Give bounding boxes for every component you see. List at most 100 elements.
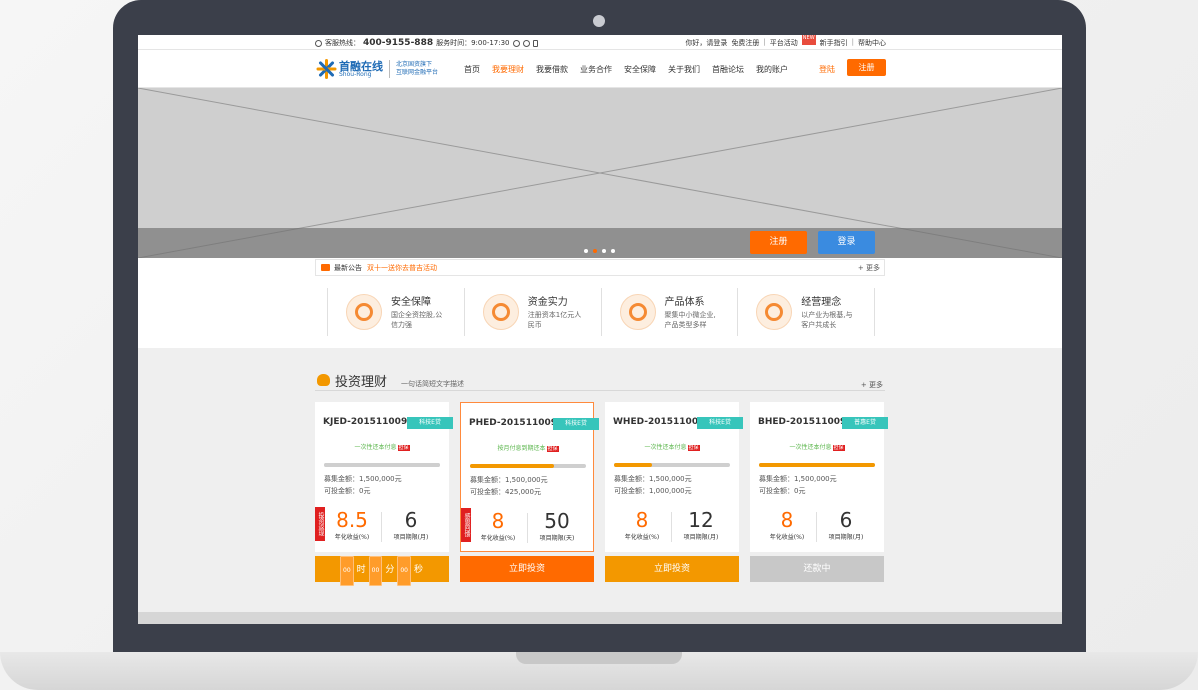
hero-banner[interactable]: 注册 登录 [138, 88, 1062, 258]
announcement-more-link[interactable]: + 更多 [858, 263, 880, 273]
feature-title: 安全保障 [391, 297, 431, 309]
annual-rate: 8 [780, 508, 794, 532]
product-code[interactable]: PHED-201511009 [469, 418, 557, 428]
login-link[interactable]: 登陆 [819, 64, 835, 75]
product-cards: KJED-201511009 科技E贷 一次性还本付息 担保 募集金额：1,500… [315, 402, 888, 586]
promo-ribbon: 投资返现 [315, 507, 325, 541]
nav-item-forum[interactable]: 首融论坛 [712, 64, 744, 75]
camera-icon [593, 15, 605, 27]
feature-desc: 国企全资控股,公信力强 [391, 311, 443, 329]
invest-subtitle: 一句话简短文字描述 [401, 380, 464, 388]
product-code[interactable]: WHED-201511009 [613, 417, 704, 427]
wechat-icon[interactable] [522, 39, 530, 47]
feature-desc: 聚集中小微企业,产品类型多样 [664, 311, 716, 329]
laptop-mockup-scene: 客服热线： 400-9155-888 服务时间：9:00-17:30 你好，请登… [0, 0, 1198, 690]
nav-item-cooperation[interactable]: 业务合作 [580, 64, 612, 75]
annual-rate-label: 年化收益(%) [624, 534, 660, 541]
annual-rate: 8 [491, 509, 505, 533]
slide-dot[interactable] [602, 249, 606, 253]
headset-icon [315, 39, 322, 47]
product-card[interactable]: WHED-201511009 科技E贷 一次性还本付息 担保 募集金额：1,500… [605, 402, 743, 582]
free-register-link[interactable]: 免费注册 [731, 38, 759, 48]
product-code[interactable]: BHED-201511009 [758, 417, 846, 427]
product-icon [619, 294, 656, 330]
slide-dot-active[interactable] [593, 249, 597, 253]
logo-name-en: Shou-Rong [339, 70, 372, 78]
invest-section-header: 投资理财 一句话简短文字描述 + 更多 [315, 371, 885, 391]
nav-item-about[interactable]: 关于我们 [668, 64, 700, 75]
feature-item: 资金实力 注册资本1亿元人民币 [463, 288, 601, 336]
divider: | [763, 38, 766, 46]
product-tag: 科技E贷 [407, 417, 453, 429]
nav-item-home[interactable]: 首页 [464, 64, 480, 75]
logo[interactable]: 首融在线 Shou-Rong 北京国资旗下 互联网金融平台 [316, 59, 438, 79]
repay-method: 一次性还本付息 担保 [789, 444, 845, 451]
philosophy-icon [756, 294, 793, 330]
countdown-button[interactable]: 00 时 00 分 00 秒 [315, 556, 449, 586]
repay-method: 一次性还本付息 担保 [354, 444, 410, 451]
logo-mark-icon [316, 59, 337, 79]
divider: | [851, 38, 854, 46]
annual-rate-label: 年化收益(%) [480, 535, 516, 542]
annual-rate: 8 [635, 508, 649, 532]
product-tag: 科技E贷 [553, 418, 599, 430]
slogan-line1: 北京国资旗下 [396, 61, 433, 69]
funding-progress-bar [324, 463, 440, 467]
invest-more-link[interactable]: + 更多 [861, 380, 883, 390]
register-button[interactable]: 注册 [847, 59, 886, 76]
funding-progress-bar [759, 463, 875, 467]
promo-ribbon: 感恩回馈 [461, 508, 471, 542]
announcement-message[interactable]: 双十一送你去普吉活动 [367, 263, 437, 273]
product-card[interactable]: BHED-201511009 普惠E贷 一次性还本付息 担保 募集金额：1,500… [750, 402, 888, 582]
raise-amount: 1,500,000元 [794, 475, 837, 483]
funding-progress-bar [470, 464, 586, 468]
repaying-status-button: 还款中 [750, 556, 884, 582]
slide-dot[interactable] [611, 249, 615, 253]
invest-now-button[interactable]: 立即投资 [460, 556, 594, 582]
banner-register-button[interactable]: 注册 [750, 231, 807, 254]
project-term: 6 [839, 508, 853, 532]
weibo-icon[interactable] [512, 39, 520, 47]
funding-progress-fill [470, 464, 554, 468]
raise-amount: 1,500,000元 [649, 475, 692, 483]
shield-icon [346, 294, 382, 330]
slide-dot[interactable] [584, 249, 588, 253]
announcement-icon [321, 264, 330, 271]
mobile-icon[interactable] [532, 39, 538, 47]
raise-amount: 1,500,000元 [359, 475, 402, 483]
feature-title: 产品体系 [664, 297, 705, 309]
new-badge: NEW [801, 35, 816, 45]
available-amount: 1,000,000元 [649, 486, 692, 495]
project-term-label: 项目期限(月) [393, 534, 429, 541]
product-code[interactable]: KJED-201511009 [323, 417, 407, 427]
product-card[interactable]: KJED-201511009 科技E贷 一次性还本付息 担保 募集金额：1,500… [315, 402, 453, 586]
top-utility-bar: 客服热线： 400-9155-888 服务时间：9:00-17:30 你好，请登… [138, 35, 1062, 50]
help-center-link[interactable]: 帮助中心 [858, 38, 886, 48]
feature-item: 经营理念 以产业为根基,与客户共成长 [737, 288, 875, 336]
nav-item-account[interactable]: 我的账户 [756, 64, 788, 75]
newbie-guide-link[interactable]: 新手指引 [820, 38, 848, 48]
invest-section: 投资理财 一句话简短文字描述 + 更多 KJED-201511009 科技E贷 … [138, 348, 1062, 624]
invest-title: 投资理财 [335, 375, 388, 390]
announcement-label: 最新公告 [334, 263, 362, 272]
nav-item-invest[interactable]: 我要理财 [492, 64, 524, 75]
annual-rate: 8.5 [336, 508, 368, 532]
product-card-highlighted[interactable]: PHED-201511009 科技E贷 按月付息到期还本 担保 募集金额：1,50… [460, 402, 599, 582]
funding-progress-fill [614, 463, 653, 467]
funding-progress-fill [324, 463, 440, 467]
platform-activity-link[interactable]: 平台活动 [770, 38, 798, 48]
main-nav: 首页 我要理财 我要借款 业务合作 安全保障 关于我们 首融论坛 我的账户 [464, 64, 788, 75]
funding-progress-fill [759, 463, 875, 467]
feature-item: 产品体系 聚集中小微企业,产品类型多样 [600, 288, 738, 336]
feature-item: 安全保障 国企全资控股,公信力强 [327, 288, 464, 336]
feature-desc: 注册资本1亿元人民币 [527, 311, 582, 329]
project-term-label: 项目期限(月) [828, 534, 864, 541]
invest-now-button[interactable]: 立即投资 [605, 556, 739, 582]
nav-item-borrow[interactable]: 我要借款 [536, 64, 568, 75]
feature-desc: 以产业为根基,与客户共成长 [801, 311, 853, 329]
banner-login-button[interactable]: 登录 [818, 231, 875, 254]
product-tag: 科技E贷 [697, 417, 743, 429]
greeting-login-link[interactable]: 你好，请登录 [685, 38, 727, 48]
repay-method: 一次性还本付息 担保 [644, 444, 700, 451]
nav-item-security[interactable]: 安全保障 [624, 64, 656, 75]
